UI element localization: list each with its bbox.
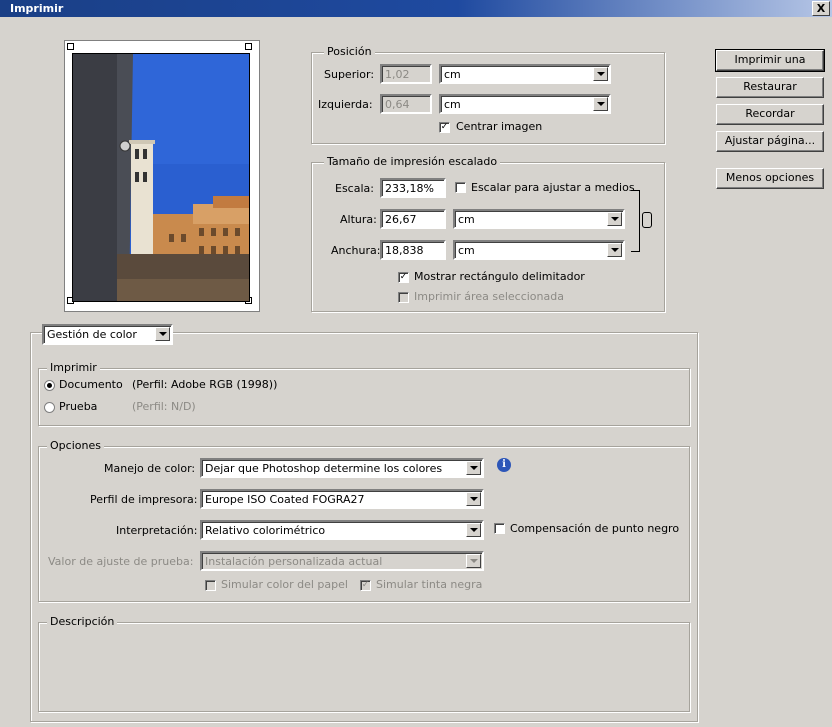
black-point-checkbox[interactable] <box>494 523 505 534</box>
scale-input[interactable]: 233,18% <box>380 178 446 198</box>
section-select[interactable]: Gestión de color <box>42 324 173 345</box>
resize-handle-tl[interactable] <box>67 43 74 50</box>
height-input[interactable]: 26,67 <box>380 209 446 229</box>
proof-radio[interactable] <box>44 402 55 413</box>
bounding-box-checkbox[interactable]: ✓ <box>398 272 409 283</box>
chevron-down-icon[interactable] <box>155 327 170 341</box>
print-selection-label: Imprimir área seleccionada <box>414 290 564 303</box>
position-legend: Posición <box>324 45 375 58</box>
scale-to-fit-checkbox[interactable] <box>455 182 466 193</box>
rendering-intent-label: Interpretación: <box>116 524 198 537</box>
height-unit-select[interactable]: cm <box>453 209 625 229</box>
top-input[interactable]: 1,02 <box>380 64 432 84</box>
left-label: Izquierda: <box>318 98 373 111</box>
chain-link-icon[interactable] <box>642 212 652 228</box>
chevron-down-icon[interactable] <box>593 97 608 111</box>
proof-setup-select[interactable]: Instalación personalizada actual <box>200 551 484 571</box>
preview-image <box>72 53 250 302</box>
scale-label: Escala: <box>335 182 374 195</box>
width-unit-select[interactable]: cm <box>453 240 625 260</box>
document-profile: (Perfil: Adobe RGB (1998)) <box>132 378 278 391</box>
document-radio[interactable] <box>44 380 55 391</box>
top-label: Superior: <box>324 68 375 81</box>
left-unit-select[interactable]: cm <box>439 94 611 114</box>
print-group: Imprimir <box>38 361 690 426</box>
printer-profile-value: Europe ISO Coated FOGRA27 <box>205 493 365 506</box>
chevron-down-icon[interactable] <box>466 554 481 568</box>
title-bar[interactable]: Imprimir X <box>0 0 832 17</box>
proportion-link-bracket <box>631 190 640 252</box>
top-unit-value: cm <box>444 68 461 81</box>
description-legend: Descripción <box>47 615 118 628</box>
options-legend: Opciones <box>47 439 104 452</box>
proof-profile: (Perfil: N/D) <box>132 400 196 413</box>
scale-to-fit-label: Escalar para ajustar a medios <box>471 181 635 194</box>
preview-photo <box>73 54 249 301</box>
remember-button[interactable]: Recordar <box>716 104 824 125</box>
close-button[interactable]: X <box>812 1 830 16</box>
print-one-button[interactable]: Imprimir una <box>715 49 825 72</box>
chevron-down-icon[interactable] <box>607 243 622 257</box>
left-input[interactable]: 0,64 <box>380 94 432 114</box>
top-unit-select[interactable]: cm <box>439 64 611 84</box>
window-title: Imprimir <box>10 2 64 15</box>
resize-handle-tr[interactable] <box>245 43 252 50</box>
section-select-value: Gestión de color <box>47 328 137 341</box>
chevron-down-icon[interactable] <box>466 523 481 537</box>
left-unit-value: cm <box>444 98 461 111</box>
rendering-intent-select[interactable]: Relativo colorimétrico <box>200 520 484 540</box>
page-setup-button[interactable]: Ajustar página... <box>716 131 824 152</box>
simulate-ink-label: Simular tinta negra <box>376 578 483 591</box>
print-legend: Imprimir <box>47 361 100 374</box>
black-point-label: Compensación de punto negro <box>510 522 680 535</box>
chevron-down-icon[interactable] <box>607 212 622 226</box>
simulate-paper-checkbox[interactable] <box>205 580 216 591</box>
chevron-down-icon[interactable] <box>593 67 608 81</box>
color-handling-label: Manejo de color: <box>104 462 196 475</box>
center-image-label: Centrar imagen <box>456 120 543 133</box>
proof-setup-value: Instalación personalizada actual <box>205 555 383 568</box>
reset-button[interactable]: Restaurar <box>716 77 824 98</box>
center-image-checkbox[interactable]: ✓ <box>439 122 450 133</box>
width-label: Anchura: <box>331 244 381 257</box>
rendering-intent-value: Relativo colorimétrico <box>205 524 326 537</box>
width-unit-value: cm <box>458 244 475 257</box>
width-input[interactable]: 18,838 <box>380 240 446 260</box>
proof-setup-label: Valor de ajuste de prueba: <box>48 555 194 568</box>
info-icon[interactable]: i <box>497 458 511 472</box>
scaled-size-legend: Tamaño de impresión escalado <box>324 155 501 168</box>
print-selection-checkbox[interactable] <box>398 292 409 303</box>
height-unit-value: cm <box>458 213 475 226</box>
document-label: Documento <box>59 378 123 391</box>
bounding-box-label: Mostrar rectángulo delimitador <box>414 270 585 283</box>
fewer-options-button[interactable]: Menos opciones <box>716 168 824 189</box>
height-label: Altura: <box>340 213 377 226</box>
printer-profile-select[interactable]: Europe ISO Coated FOGRA27 <box>200 489 484 509</box>
simulate-ink-checkbox[interactable]: ✓ <box>360 580 371 591</box>
proof-label: Prueba <box>59 400 98 413</box>
simulate-paper-label: Simular color del papel <box>221 578 348 591</box>
chevron-down-icon[interactable] <box>466 461 481 475</box>
color-handling-value: Dejar que Photoshop determine los colore… <box>205 462 443 475</box>
color-handling-select[interactable]: Dejar que Photoshop determine los colore… <box>200 458 484 478</box>
chevron-down-icon[interactable] <box>466 492 481 506</box>
description-group: Descripción <box>38 615 690 712</box>
printer-profile-label: Perfil de impresora: <box>90 493 198 506</box>
